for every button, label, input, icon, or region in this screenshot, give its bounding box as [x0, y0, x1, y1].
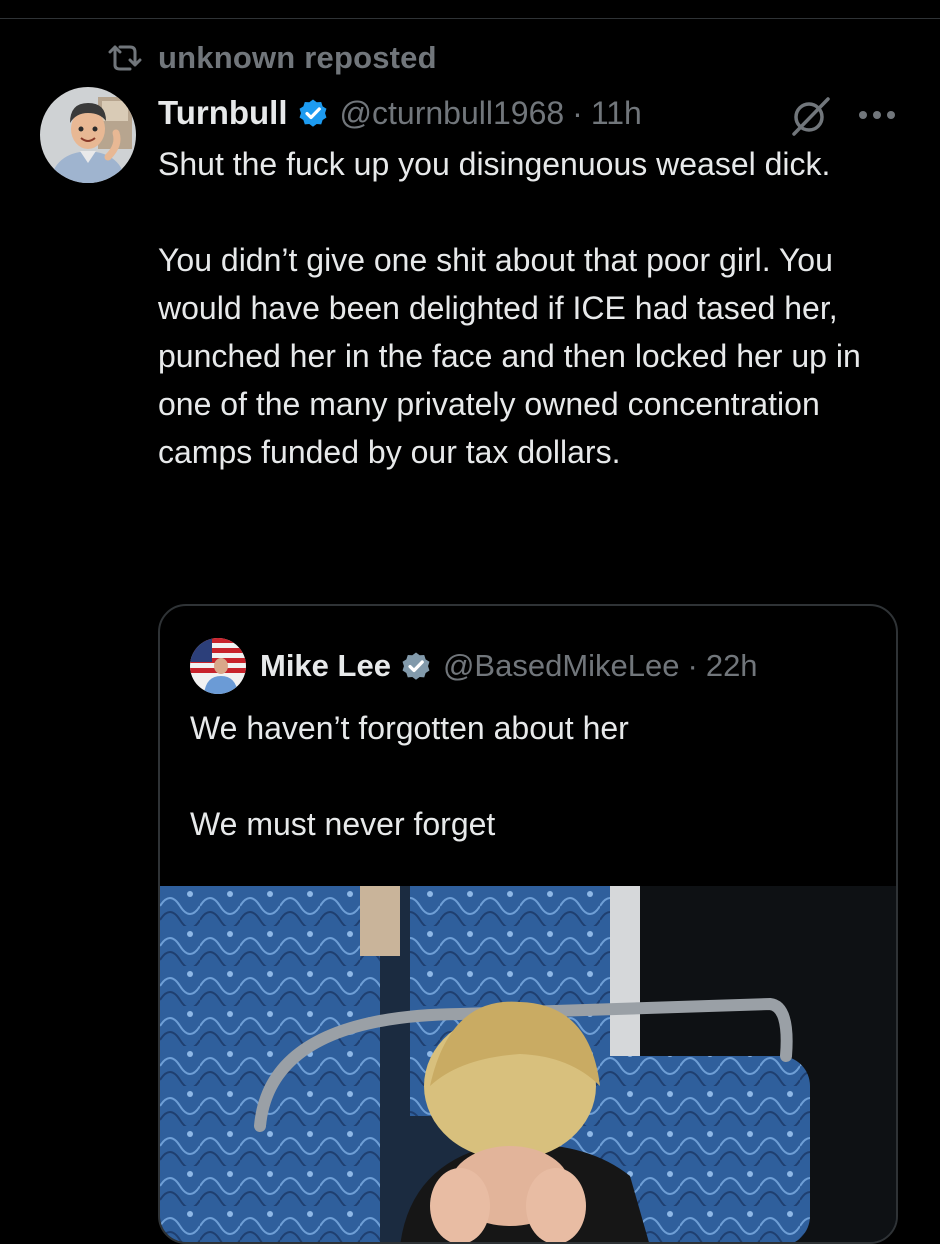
quote-post-time[interactable]: 22h [706, 648, 758, 684]
tweet-text: Shut the fuck up you disingenuous weasel… [158, 146, 861, 470]
quoted-tweet[interactable]: Mike Lee @BasedMikeLee · 22h We haven’t … [158, 604, 898, 1244]
grok-icon[interactable] [790, 96, 832, 136]
avatar[interactable] [40, 87, 136, 183]
quote-avatar[interactable] [190, 638, 246, 694]
repost-icon [108, 45, 142, 71]
verified-badge-icon [402, 652, 430, 680]
tweet-header: Turnbull @cturnbull1968 · 11h [158, 88, 642, 138]
top-divider [0, 18, 940, 19]
verified-badge-icon [299, 99, 326, 127]
quote-media-image[interactable] [160, 886, 896, 1242]
more-icon[interactable] [858, 108, 896, 122]
repost-context[interactable]: unknown reposted [108, 38, 437, 78]
train-seat-photo [160, 886, 896, 1242]
repost-label: unknown reposted [158, 40, 437, 75]
separator-dot: · [572, 94, 583, 131]
quote-header: Mike Lee @BasedMikeLee · 22h [190, 636, 758, 696]
quote-author-handle[interactable]: @BasedMikeLee [443, 648, 680, 684]
quote-text: We haven’t forgotten about her We must n… [190, 710, 629, 842]
quote-author-name[interactable]: Mike Lee [260, 648, 391, 684]
author-name[interactable]: Turnbull [158, 94, 288, 132]
separator-dot: · [687, 648, 698, 683]
flag-avatar-illustration [190, 638, 246, 694]
author-handle[interactable]: @cturnbull1968 [340, 95, 565, 132]
post-time[interactable]: 11h [591, 95, 642, 132]
avatar-illustration [40, 87, 136, 183]
